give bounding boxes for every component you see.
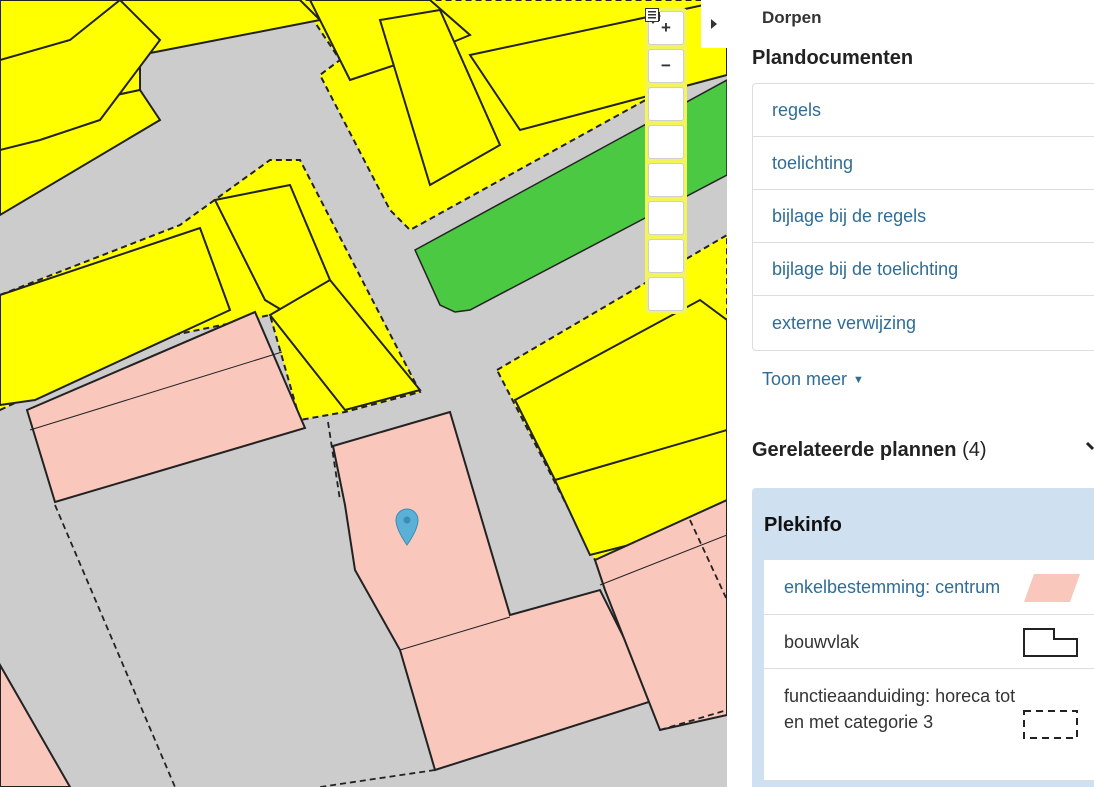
location-name: Dorpen <box>762 8 822 27</box>
pan-button[interactable] <box>645 8 684 273</box>
document-link-bijlage-regels[interactable]: bijlage bij de regels <box>753 190 1094 243</box>
plekinfo-item-bouwvlak: bouwvlak <box>764 615 1094 669</box>
show-more-link[interactable]: Toon meer ▼ <box>762 369 864 390</box>
map-viewer[interactable]: + − <box>0 0 727 787</box>
zoom-out-button[interactable]: − <box>648 49 684 83</box>
plekinfo-item-horeca: functieaanduiding: horeca tot en met cat… <box>764 669 1094 781</box>
document-link-bijlage-toelichting[interactable]: bijlage bij de toelichting <box>753 243 1094 296</box>
plekinfo-label: functieaanduiding: horeca tot en met cat… <box>784 686 1016 732</box>
chevron-icon[interactable] <box>1085 441 1094 453</box>
plekinfo-list: enkelbestemming: centrum bouwvlak functi… <box>764 560 1094 781</box>
info-panel: Dorpen Plandocumenten regels toelichting… <box>727 0 1094 787</box>
legend-button[interactable] <box>645 8 684 311</box>
map-canvas[interactable] <box>0 0 727 787</box>
centrum-legend-icon <box>1024 574 1080 602</box>
map-toolbar: + − <box>645 8 687 314</box>
plekinfo-label: bouwvlak <box>784 632 860 652</box>
collapse-panel-button[interactable] <box>701 0 727 48</box>
related-plans-count: (4) <box>962 439 987 461</box>
document-list: regels toelichting bijlage bij de regels… <box>752 83 1094 351</box>
plandocumenten-title: Plandocumenten <box>752 47 914 69</box>
fullscreen-button[interactable] <box>645 8 684 235</box>
print-button[interactable] <box>646 9 684 197</box>
bouwvlak-legend-icon <box>1023 628 1078 657</box>
related-plans-header[interactable]: Gerelateerde plannen (4) <box>752 439 987 462</box>
related-plans-label: Gerelateerde plannen <box>752 439 957 461</box>
document-link-regels[interactable]: regels <box>753 84 1094 137</box>
settings-button[interactable] <box>645 8 684 159</box>
show-more-label: Toon meer <box>762 369 848 389</box>
chevron-right-icon <box>711 19 717 29</box>
document-link-externe-verwijzing[interactable]: externe verwijzing <box>753 296 1094 350</box>
document-link-toelichting[interactable]: toelichting <box>753 137 1094 190</box>
functie-legend-icon <box>1023 710 1078 739</box>
plekinfo-label: enkelbestemming: centrum <box>784 577 1001 597</box>
plekinfo-box: Plekinfo enkelbestemming: centrum bouwvl… <box>752 488 1094 787</box>
layers-button[interactable] <box>646 9 684 121</box>
list-icon <box>645 8 659 22</box>
plekinfo-title: Plekinfo <box>764 514 842 536</box>
caret-down-icon: ▼ <box>853 374 864 387</box>
plekinfo-item-centrum[interactable]: enkelbestemming: centrum <box>764 560 1094 615</box>
